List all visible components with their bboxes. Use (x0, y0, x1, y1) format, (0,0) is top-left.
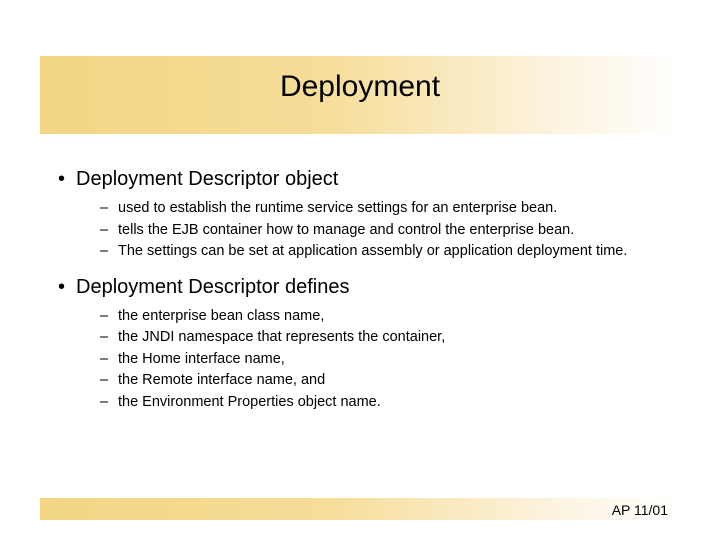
sub-list: the enterprise bean class name, the JNDI… (100, 307, 668, 413)
sub-bullet-item: used to establish the runtime service se… (100, 199, 668, 219)
bullet-item: Deployment Descriptor object (58, 168, 668, 191)
content-area: Deployment Descriptor object used to est… (58, 168, 668, 427)
sub-bullet-item: the enterprise bean class name, (100, 307, 668, 327)
sub-bullet-text: The settings can be set at application a… (118, 243, 627, 259)
footer-text: AP 11/01 (612, 502, 668, 518)
sub-list: used to establish the runtime service se… (100, 199, 668, 262)
sub-bullet-text: the Remote interface name, and (118, 372, 325, 388)
bullet-text: Deployment Descriptor defines (76, 276, 349, 298)
sub-bullet-item: the Home interface name, (100, 350, 668, 370)
sub-bullet-text: tells the EJB container how to manage an… (118, 222, 574, 238)
sub-bullet-text: the enterprise bean class name, (118, 308, 324, 324)
slide: Deployment Deployment Descriptor object … (0, 0, 720, 540)
slide-title: Deployment (0, 70, 720, 104)
sub-bullet-text: the JNDI namespace that represents the c… (118, 329, 445, 345)
sub-bullet-item: the JNDI namespace that represents the c… (100, 328, 668, 348)
sub-bullet-text: used to establish the runtime service se… (118, 200, 557, 216)
bullet-item: Deployment Descriptor defines (58, 276, 668, 299)
sub-bullet-text: the Environment Properties object name. (118, 394, 381, 410)
sub-bullet-item: The settings can be set at application a… (100, 242, 668, 262)
sub-bullet-text: the Home interface name, (118, 351, 285, 367)
footer-band (40, 498, 680, 520)
sub-bullet-item: the Remote interface name, and (100, 371, 668, 391)
sub-bullet-item: the Environment Properties object name. (100, 393, 668, 413)
sub-bullet-item: tells the EJB container how to manage an… (100, 221, 668, 241)
bullet-text: Deployment Descriptor object (76, 168, 338, 190)
